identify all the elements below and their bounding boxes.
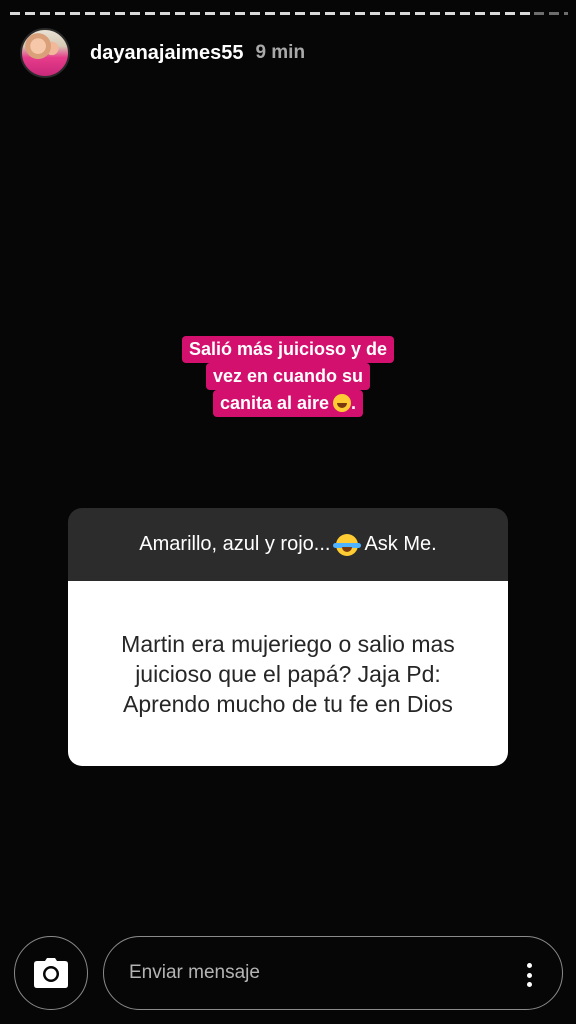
rolling-laughing-emoji-icon xyxy=(333,394,352,412)
story-header: dayanajaimes55 9 min xyxy=(20,27,305,79)
prompt-ask-me: Ask Me. xyxy=(364,533,437,555)
question-sticker[interactable]: Amarillo, azul y rojo... Ask Me. Martin … xyxy=(68,508,508,766)
caption-line-text: canita al aire xyxy=(219,393,330,413)
question-line: Aprendo mucho de tu fe en Dios xyxy=(123,690,453,717)
question-line: Martin era mujeriego o salio mas xyxy=(121,630,455,657)
question-sticker-prompt: Amarillo, azul y rojo... Ask Me. xyxy=(68,508,508,581)
caption-line: vez en cuando su xyxy=(205,363,371,390)
caption-line-last: canita al aire. xyxy=(212,390,364,417)
story-timestamp: 9 min xyxy=(255,42,306,63)
avatar[interactable] xyxy=(20,28,70,78)
question-line: juicioso que el papá? Jaja Pd: xyxy=(135,660,441,687)
progress-segment-next xyxy=(534,12,568,15)
question-sticker-answer: Martin era mujeriego o salio mas juicios… xyxy=(68,581,508,766)
more-vertical-icon[interactable] xyxy=(526,963,532,987)
username[interactable]: dayanajaimes55 xyxy=(90,42,243,65)
story-caption: Salió más juicioso y de vez en cuando su… xyxy=(0,336,576,417)
send-message-input[interactable]: Enviar mensaje xyxy=(103,936,563,1010)
camera-button[interactable] xyxy=(14,936,88,1010)
prompt-text: Amarillo, azul y rojo... xyxy=(139,533,331,555)
caption-line: Salió más juicioso y de xyxy=(181,336,395,363)
caption-end: . xyxy=(351,393,357,413)
message-composer: Enviar mensaje xyxy=(0,934,576,1014)
progress-segment-active xyxy=(10,12,534,15)
camera-icon xyxy=(34,958,68,988)
tears-of-joy-emoji-icon xyxy=(333,533,362,556)
message-placeholder: Enviar mensaje xyxy=(129,962,260,983)
story-progress-bar xyxy=(10,12,568,15)
